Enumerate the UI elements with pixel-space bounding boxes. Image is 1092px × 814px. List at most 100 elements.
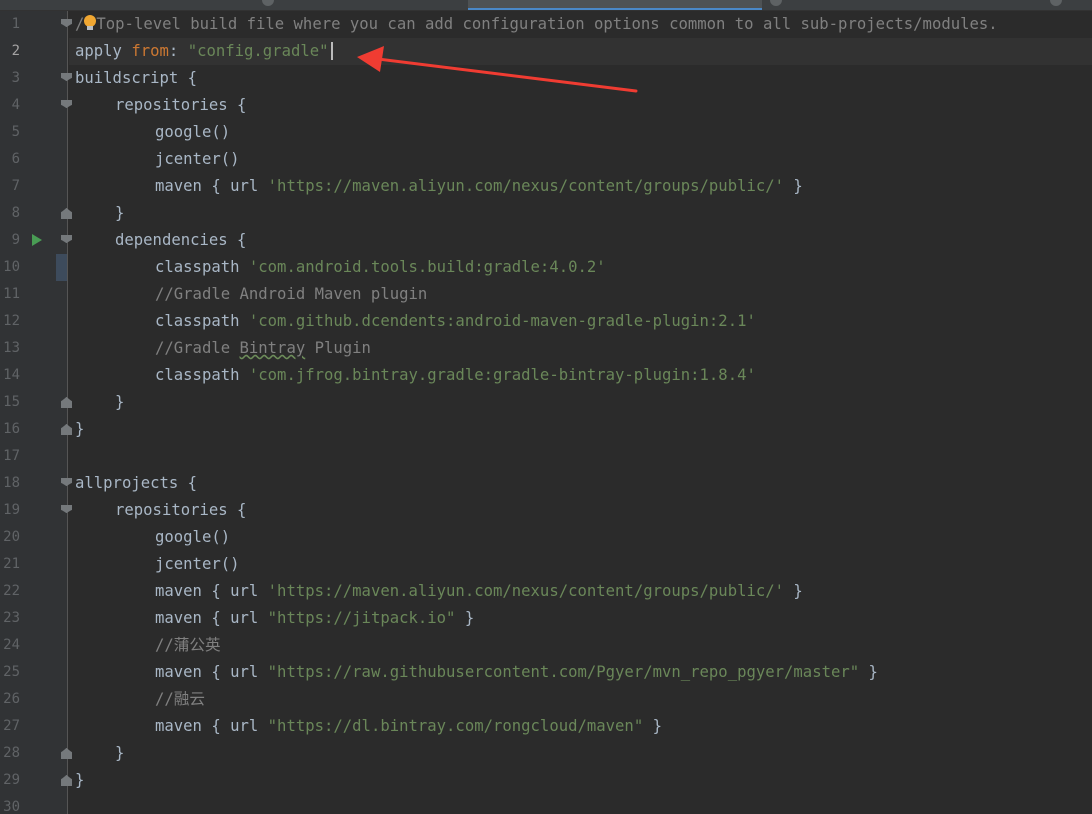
code-token: } <box>115 393 125 411</box>
line-number[interactable]: 10 <box>0 254 20 281</box>
code-token: } <box>115 204 125 222</box>
editor-tab[interactable] <box>280 0 460 10</box>
line-number[interactable]: 23 <box>0 605 20 632</box>
code-line[interactable]: classpath 'com.jfrog.bintray.gradle:grad… <box>155 362 756 389</box>
code-line[interactable]: maven { url "https://raw.githubuserconte… <box>155 659 878 686</box>
code-editor[interactable]: / Top-level build file where you can add … <box>69 11 1092 814</box>
code-token: 'com.android.tools.build:gradle:4.0.2' <box>248 258 606 276</box>
code-token: classpath <box>155 312 249 330</box>
line-number[interactable]: 5 <box>0 119 20 146</box>
code-line[interactable]: //Gradle Bintray Plugin <box>155 335 371 362</box>
text-caret <box>330 42 333 60</box>
line-number[interactable]: 18 <box>0 470 20 497</box>
line-number[interactable]: 13 <box>0 335 20 362</box>
code-line[interactable]: repositories { <box>115 497 246 524</box>
editor-tab-strip <box>0 0 1092 11</box>
line-number[interactable]: 22 <box>0 578 20 605</box>
line-number[interactable]: 8 <box>0 200 20 227</box>
code-token: dependencies { <box>115 231 247 249</box>
code-token: } <box>75 420 85 438</box>
code-token: Top-level build file where you can add c… <box>96 15 998 33</box>
line-number[interactable]: 28 <box>0 740 20 767</box>
line-number[interactable]: 30 <box>0 794 20 814</box>
code-line[interactable]: } <box>75 767 84 794</box>
code-token: google() <box>155 123 231 141</box>
code-token: jcenter() <box>155 555 240 573</box>
intention-bulb-icon[interactable] <box>84 15 97 31</box>
code-line[interactable]: google() <box>155 119 230 146</box>
line-number[interactable]: 26 <box>0 686 20 713</box>
code-token: } <box>784 582 803 600</box>
code-token: 'com.github.dcendents:android-maven-grad… <box>248 312 756 330</box>
code-token: "https://raw.githubusercontent.com/Pgyer… <box>267 663 860 681</box>
code-token: maven { url <box>155 609 268 627</box>
code-line[interactable]: } <box>115 389 124 416</box>
line-number[interactable]: 16 <box>0 416 20 443</box>
code-token: from <box>131 42 169 60</box>
code-line[interactable]: buildscript { <box>75 65 197 92</box>
code-token: 'com.jfrog.bintray.gradle:gradle-bintray… <box>248 366 756 384</box>
line-number[interactable]: 9 <box>0 227 20 254</box>
vcs-change-marker[interactable] <box>56 254 67 281</box>
line-number-gutter[interactable]: 1 2 3 4 5 6 7 8 9 10 11 12 13 14 15 16 17 18 19 20 21 22 23 24 2… <box>0 11 72 814</box>
code-line[interactable]: //融云 <box>155 686 205 713</box>
code-line[interactable]: repositories { <box>115 92 246 119</box>
code-line[interactable]: //Gradle Android Maven plugin <box>155 281 427 308</box>
code-token: buildscript { <box>75 69 198 87</box>
line-number[interactable]: 24 <box>0 632 20 659</box>
code-line[interactable]: maven { url "https://dl.bintray.com/rong… <box>155 713 662 740</box>
code-token: } <box>859 663 878 681</box>
line-number[interactable]: 2 <box>0 38 20 65</box>
line-number[interactable]: 3 <box>0 65 20 92</box>
run-icon[interactable] <box>32 234 42 246</box>
editor-tab-active[interactable] <box>468 0 762 10</box>
code-line[interactable]: google() <box>155 524 230 551</box>
code-token: //Gradle <box>155 339 240 357</box>
line-number[interactable]: 11 <box>0 281 20 308</box>
code-line[interactable]: jcenter() <box>155 551 240 578</box>
code-line[interactable]: } <box>115 200 124 227</box>
line-number[interactable]: 14 <box>0 362 20 389</box>
code-line[interactable]: } <box>115 740 124 767</box>
code-token: 'https://maven.aliyun.com/nexus/content/… <box>267 177 785 195</box>
code-token: } <box>115 744 125 762</box>
code-token: } <box>784 177 803 195</box>
code-token: google() <box>155 528 231 546</box>
line-number[interactable]: 6 <box>0 146 20 173</box>
code-line[interactable]: } <box>75 416 84 443</box>
code-token: repositories { <box>115 96 247 114</box>
code-line[interactable]: / Top-level build file where you can add … <box>75 11 998 38</box>
code-token: allprojects { <box>75 474 198 492</box>
code-token: maven { url <box>155 582 268 600</box>
line-number[interactable]: 27 <box>0 713 20 740</box>
editor-tab[interactable] <box>780 0 1080 10</box>
line-number[interactable]: 21 <box>0 551 20 578</box>
code-token: / <box>75 15 85 33</box>
line-number[interactable]: 7 <box>0 173 20 200</box>
code-token: maven { url <box>155 663 268 681</box>
code-line[interactable]: classpath 'com.github.dcendents:android-… <box>155 308 756 335</box>
line-number[interactable]: 17 <box>0 443 20 470</box>
code-line[interactable]: dependencies { <box>115 227 246 254</box>
line-number[interactable]: 12 <box>0 308 20 335</box>
line-number[interactable]: 19 <box>0 497 20 524</box>
code-token: 'https://maven.aliyun.com/nexus/content/… <box>267 582 785 600</box>
code-line[interactable]: maven { url 'https://maven.aliyun.com/ne… <box>155 173 803 200</box>
line-number[interactable]: 15 <box>0 389 20 416</box>
editor-scrollbar[interactable] <box>1082 11 1092 814</box>
code-token: repositories { <box>115 501 247 519</box>
line-number[interactable]: 1 <box>0 11 20 38</box>
line-number[interactable]: 4 <box>0 92 20 119</box>
editor-tab[interactable] <box>0 0 270 10</box>
code-line[interactable]: allprojects { <box>75 470 197 497</box>
code-line[interactable]: //蒲公英 <box>155 632 221 659</box>
code-line[interactable]: classpath 'com.android.tools.build:gradl… <box>155 254 606 281</box>
code-line[interactable]: jcenter() <box>155 146 240 173</box>
code-line[interactable]: maven { url 'https://maven.aliyun.com/ne… <box>155 578 803 605</box>
line-number[interactable]: 20 <box>0 524 20 551</box>
line-number[interactable]: 29 <box>0 767 20 794</box>
code-line[interactable]: apply from: "config.gradle" <box>75 38 333 65</box>
code-token: maven { url <box>155 717 268 735</box>
code-line[interactable]: maven { url "https://jitpack.io" } <box>155 605 474 632</box>
line-number[interactable]: 25 <box>0 659 20 686</box>
